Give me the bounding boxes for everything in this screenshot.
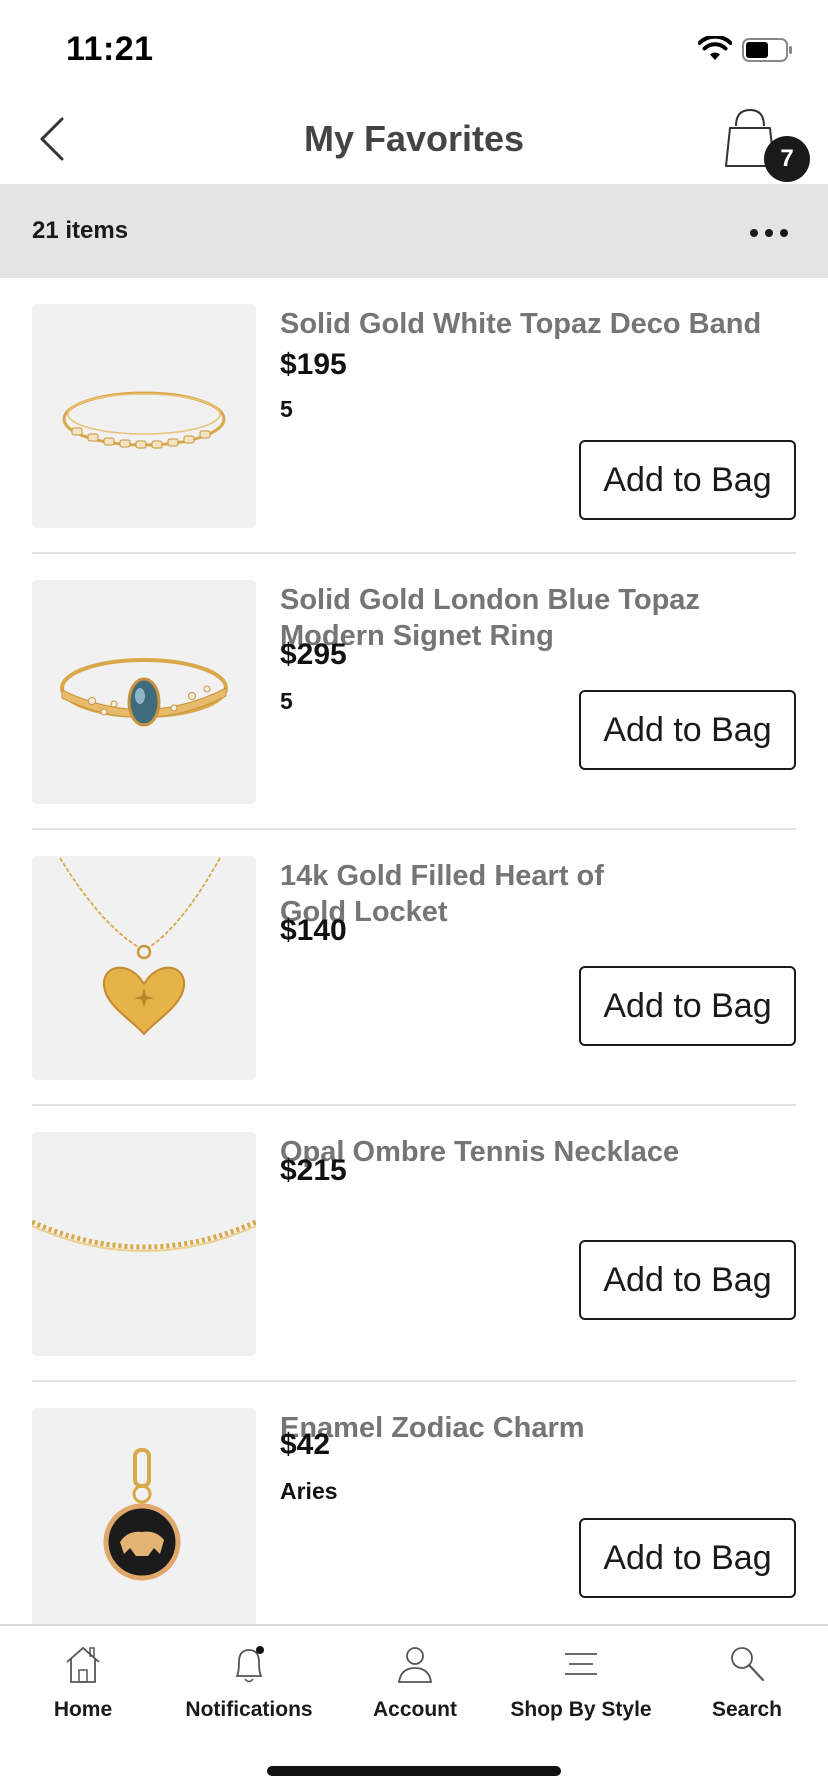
tab-label: Account [373, 1698, 457, 1721]
product-image[interactable] [32, 856, 256, 1080]
product-name[interactable]: Enamel Zodiac Charm [280, 1410, 780, 1446]
add-to-bag-button[interactable]: Add to Bag [579, 1240, 796, 1320]
status-time: 11:21 [66, 30, 154, 68]
add-to-bag-button[interactable]: Add to Bag [579, 690, 796, 770]
signet-ring-icon [60, 658, 228, 727]
product-price: $140 [280, 914, 347, 947]
page-title: My Favorites [303, 118, 525, 159]
product-name[interactable]: Solid Gold White Topaz Deco Band [280, 306, 780, 342]
product-option: 5 [280, 688, 293, 714]
product-image[interactable] [32, 1132, 256, 1356]
favorite-item[interactable]: Enamel Zodiac Charm $42 Aries Add to Bag [32, 1382, 796, 1624]
bell-icon [235, 1646, 264, 1683]
lines-icon [565, 1653, 597, 1675]
favorite-item[interactable]: 14k Gold Filled Heart of Gold Locket $14… [32, 830, 796, 1106]
zodiac-charm-icon [103, 1448, 181, 1581]
tab-search[interactable]: Search [664, 1640, 828, 1740]
search-icon [731, 1647, 765, 1682]
battery-icon [742, 38, 792, 62]
favorite-item[interactable]: Solid Gold London Blue Topaz Modern Sign… [32, 554, 796, 830]
tab-label: Home [53, 1698, 113, 1721]
tab-account[interactable]: Account [332, 1640, 498, 1740]
tab-notifications[interactable]: Notifications [166, 1640, 332, 1740]
favorite-item[interactable]: Opal Ombre Tennis Necklace $215 Add to B… [32, 1106, 796, 1382]
shopping-bag-button[interactable]: 7 [718, 106, 812, 184]
add-to-bag-button[interactable]: Add to Bag [579, 440, 796, 520]
product-image[interactable] [32, 304, 256, 528]
product-price: $295 [280, 638, 347, 671]
more-dot-icon [765, 229, 773, 237]
items-count: 21 items [32, 217, 129, 244]
favorites-info-bar: 21 items [0, 184, 828, 278]
status-bar: 11:21 [0, 0, 828, 96]
product-image[interactable] [32, 1408, 256, 1624]
tab-label: Notifications [185, 1698, 313, 1721]
nav-bar: My Favorites 7 [0, 96, 828, 184]
more-dot-icon [780, 229, 788, 237]
product-name[interactable]: Opal Ombre Tennis Necklace [280, 1134, 780, 1170]
product-image[interactable] [32, 580, 256, 804]
product-name[interactable]: Solid Gold London Blue Topaz Modern Sign… [280, 582, 780, 654]
wifi-icon [698, 36, 732, 60]
more-dot-icon [750, 229, 758, 237]
add-to-bag-button[interactable]: Add to Bag [579, 966, 796, 1046]
product-option: Aries [280, 1478, 338, 1504]
tab-home[interactable]: Home [0, 1640, 166, 1740]
heart-locket-icon [59, 857, 221, 1036]
favorites-list: Solid Gold White Topaz Deco Band $195 5 … [0, 278, 828, 1624]
tab-label: Shop By Style [510, 1698, 652, 1721]
product-option: 5 [280, 396, 293, 422]
home-icon [66, 1646, 100, 1683]
ring-band-icon [62, 391, 226, 449]
add-to-bag-button[interactable]: Add to Bag [579, 1518, 796, 1598]
tab-label: Search [711, 1698, 783, 1721]
person-icon [397, 1647, 433, 1683]
home-indicator [267, 1766, 561, 1776]
tab-shop-by-style[interactable]: Shop By Style [498, 1640, 664, 1740]
product-price: $42 [280, 1428, 331, 1461]
more-options-button[interactable] [746, 212, 792, 252]
favorite-item[interactable]: Solid Gold White Topaz Deco Band $195 5 … [32, 278, 796, 554]
tennis-necklace-icon [32, 1219, 256, 1252]
product-price: $215 [280, 1154, 347, 1187]
bag-count-badge: 7 [764, 136, 810, 182]
product-price: $195 [280, 348, 347, 381]
